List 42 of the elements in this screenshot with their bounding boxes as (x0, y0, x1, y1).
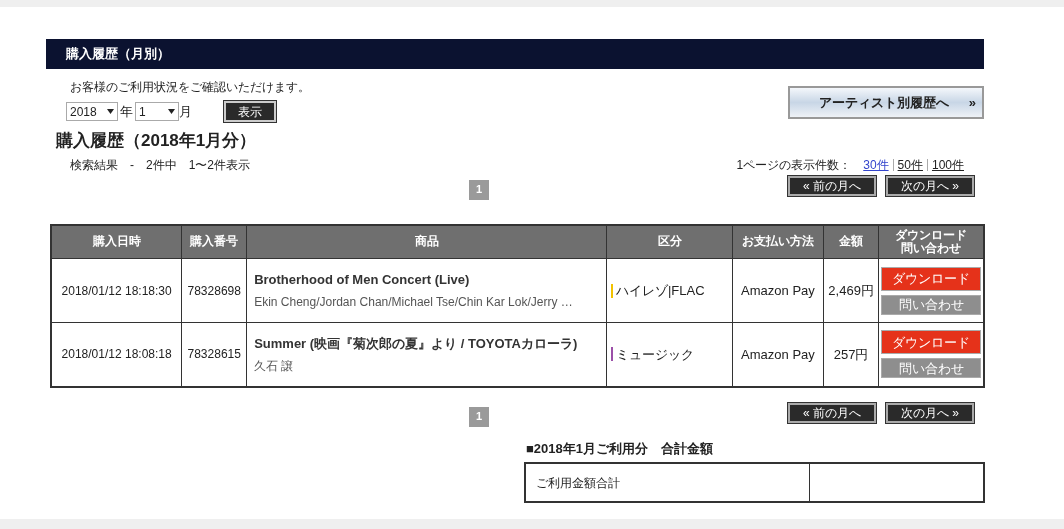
artist-name: Ekin Cheng/Jordan Chan/Michael Tse/Chin Kar Lok/Jerry … (254, 293, 574, 311)
per-page-link[interactable]: 100件 (931, 155, 964, 174)
download-button[interactable]: ダウンロード (881, 330, 982, 355)
next-month-button[interactable]: 次の月へ » (886, 402, 974, 423)
next-month-button[interactable]: 次の月へ » (886, 175, 974, 196)
column-header: 購入番号 (181, 224, 247, 259)
category-label: ミュージック (615, 345, 694, 364)
per-page-label: 1ページの表示件数： (736, 156, 852, 174)
page-heading: 購入履歴（2018年1月分） (55, 130, 258, 152)
dropdown-icon (168, 109, 175, 114)
year-select[interactable]: 2018 (66, 102, 118, 121)
show-button[interactable]: 表示 (224, 101, 276, 122)
download-button[interactable]: ダウンロード (881, 266, 982, 291)
column-header: 問い合わせ (901, 241, 962, 255)
per-page-link[interactable]: 50件 (897, 155, 923, 174)
month-label: 月 (179, 102, 192, 121)
column-header: お支払い方法 (732, 224, 824, 259)
year-label: 年 (120, 102, 133, 121)
table-cell: 2,469円 (823, 258, 879, 323)
dropdown-icon (107, 109, 114, 114)
result-summary: 検索結果 - 2件中 1〜2件表示 (69, 156, 251, 174)
column-header: 商品 (246, 224, 607, 259)
product-title: Summer (映画『菊次郎の夏』より / TOYOTAカローラ) (254, 335, 579, 353)
artist-name: 久石 譲 (254, 357, 295, 375)
table-cell: Amazon Pay (732, 258, 824, 323)
artist-history-button[interactable]: アーティスト別履歴へ » (788, 86, 984, 119)
table-cell: 2018/01/12 18:18:30 (51, 258, 182, 323)
total-label: ご利用金額合計 (526, 464, 810, 501)
table-cell: 78328698 (181, 258, 247, 323)
previous-month-button[interactable]: « 前の月へ (788, 175, 876, 196)
column-header: 金額 (823, 224, 879, 259)
category-label: ハイレゾ|FLAC (615, 281, 705, 300)
intro-text: お客様のご利用状況をご確認いただけます。 (69, 79, 311, 96)
column-header: ダウンロード (894, 228, 969, 242)
column-header: 購入日時 (51, 224, 182, 259)
month-select[interactable]: 1 (135, 102, 179, 121)
column-header: 区分 (606, 224, 733, 259)
per-page-link[interactable]: 30件 (863, 155, 889, 174)
previous-month-button[interactable]: « 前の月へ (788, 402, 876, 423)
section-header: 購入履歴（月別） (46, 39, 984, 69)
product-title: Brotherhood of Men Concert (Live) (254, 271, 471, 290)
total-heading: ■2018年1月ご利用分 合計金額 (525, 439, 714, 458)
